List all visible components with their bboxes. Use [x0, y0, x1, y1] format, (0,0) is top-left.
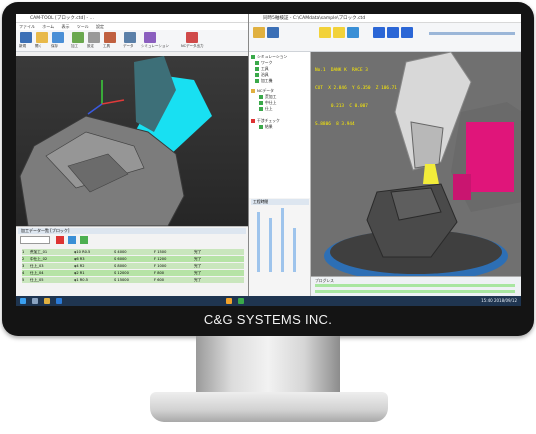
tab-settings[interactable]: 設定 [93, 24, 107, 29]
machining-icon[interactable] [72, 32, 84, 43]
table-row[interactable]: 2 中仕上_02 φ6 R3 S 6000 F 1200 完了 [22, 256, 244, 262]
save-icon[interactable] [52, 32, 64, 43]
search-icon[interactable] [32, 298, 38, 304]
timeline-title: 工程時間 [251, 199, 309, 205]
ribbon-label-settings: 設定 [87, 44, 94, 48]
progress-panel: プログレス [311, 276, 521, 296]
progress-title: プログレス [315, 278, 334, 283]
panel-select[interactable] [20, 236, 50, 244]
tree-item[interactable]: 結果 [259, 124, 273, 129]
window-title-left: CAM-TOOL [ブロック.ctd] - ... [16, 14, 248, 23]
monitor-brand-logo: C&G SYSTEMS INC. [203, 312, 333, 327]
ribbon-label-save: 保存 [51, 44, 58, 48]
zoom-icon[interactable] [333, 27, 345, 38]
timeline-bar[interactable] [257, 212, 260, 272]
folder-icon[interactable] [253, 27, 265, 38]
save-sim-icon[interactable] [267, 27, 279, 38]
tab-file[interactable]: ファイル [16, 24, 38, 29]
tree-item[interactable]: 荒加工 [259, 94, 276, 99]
progress-bar [315, 290, 515, 293]
tool-icon[interactable] [104, 32, 116, 43]
tree-item[interactable]: 中仕上 [259, 100, 276, 105]
tree-item[interactable]: NCデータ [251, 88, 274, 93]
new-icon[interactable] [20, 32, 32, 43]
ribbon-label-tool: 工具 [103, 44, 110, 48]
magenta-block [466, 122, 514, 192]
sim-toolbar [249, 23, 521, 52]
ribbon-tabs: ファイル ホーム 表示 ツール 設定 [16, 23, 248, 30]
delete-icon[interactable] [56, 236, 64, 244]
tab-home[interactable]: ホーム [39, 24, 57, 29]
operation-tree: シミュレーション ワーク 工具 治具 加工機 NCデータ 荒加工 中仕上 仕上 … [249, 52, 311, 198]
axis-x [101, 99, 125, 105]
sim-app-icon[interactable] [238, 298, 244, 304]
ribbon-label-nc-output: NCデータ出力 [181, 44, 204, 48]
timeline-bar[interactable] [293, 228, 296, 272]
rotate-icon[interactable] [347, 27, 359, 38]
data-icon[interactable] [124, 32, 136, 43]
ribbon-label-open: 開く [35, 44, 42, 48]
cam-app-icon[interactable] [226, 298, 232, 304]
view-icon[interactable] [319, 27, 331, 38]
start-icon[interactable] [20, 298, 26, 304]
settings-icon[interactable] [88, 32, 100, 43]
tree-item[interactable]: 加工機 [255, 78, 272, 83]
machining-data-panel: 加工データ一覧 [ブロック] 1 荒加工_01 φ10 R0.5 S 4000 F 15… [16, 226, 248, 296]
tab-tools[interactable]: ツール [74, 24, 92, 29]
table-row[interactable]: 5 仕上_05 φ1 R0.5 S 15000 F 600 完了 [22, 277, 244, 283]
monitor-screen: CAM-TOOL [ブロック.ctd] - ... ファイル ホーム 表示 ツー… [16, 14, 521, 306]
panel-title: 加工データ一覧 [ブロック] [18, 228, 246, 234]
monitor-stand-neck [196, 336, 340, 398]
tree-item[interactable]: 工具 [255, 66, 269, 71]
simulation-icon[interactable] [144, 32, 156, 43]
stop-icon[interactable] [401, 27, 413, 38]
run-icon[interactable] [80, 236, 88, 244]
axis-z [87, 103, 103, 115]
timeline-panel: 工程時間 [249, 198, 311, 296]
window-title-right: 同時5軸検証 - C:\CAMdata\sample\ブロック.ctd [249, 14, 521, 23]
tree-item[interactable]: ワーク [255, 60, 272, 65]
table-row[interactable]: 3 仕上_03 φ4 R2 S 8000 F 1000 完了 [22, 263, 244, 269]
taskbar: 15:40 2018/09/12 [16, 296, 521, 306]
timeline-bar[interactable] [269, 218, 272, 272]
open-icon[interactable] [36, 32, 48, 43]
sim-viewport-right[interactable]: No.1 DANK K RACE 3 CUT X 2.846 Y 6.350 Z… [311, 52, 521, 276]
browser-icon[interactable] [56, 298, 62, 304]
progress-bar [315, 284, 515, 287]
copy-icon[interactable] [68, 236, 76, 244]
nc-info-overlay: No.1 DANK K RACE 3 CUT X 2.846 Y 6.350 Z… [315, 68, 397, 127]
ribbon-label-new: 新規 [19, 44, 26, 48]
play-icon[interactable] [373, 27, 385, 38]
monitor-stand-base [150, 392, 388, 422]
workpiece-model-left [19, 56, 212, 226]
table-row[interactable]: 4 仕上_04 φ2 R1 S 12000 F 800 完了 [22, 270, 244, 276]
table-row[interactable]: 1 荒加工_01 φ10 R0.5 S 4000 F 1500 完了 [22, 249, 244, 255]
speed-slider[interactable] [429, 32, 515, 35]
simulation-window-right: 同時5軸検証 - C:\CAMdata\sample\ブロック.ctd シミュレ… [248, 14, 521, 296]
tree-item[interactable]: シミュレーション [251, 54, 287, 59]
nc-output-icon[interactable] [186, 32, 198, 43]
tree-item[interactable]: 仕上 [259, 106, 273, 111]
ribbon-label-machining: 加工 [71, 44, 78, 48]
ribbon-label-simulation: シミュレーション [141, 44, 169, 48]
tree-item[interactable]: 治具 [255, 72, 269, 77]
taskbar-clock: 15:40 2018/09/12 [481, 298, 517, 303]
timeline-bar[interactable] [281, 208, 284, 272]
cam-window-left: CAM-TOOL [ブロック.ctd] - ... ファイル ホーム 表示 ツー… [16, 14, 248, 296]
folder-taskbar-icon[interactable] [44, 298, 50, 304]
ribbon-label-data: データ [123, 44, 134, 48]
tree-item[interactable]: 干渉チェック [251, 118, 280, 123]
monitor-bezel: CAM-TOOL [ブロック.ctd] - ... ファイル ホーム 表示 ツー… [2, 2, 534, 336]
tab-view[interactable]: 表示 [58, 24, 72, 29]
ribbon-toolbar: 新規 開く 保存 加工 設定 工具 データ シミュレーション NCデータ出力 [16, 30, 248, 52]
cad-viewport-left[interactable] [16, 56, 248, 226]
step-icon[interactable] [387, 27, 399, 38]
